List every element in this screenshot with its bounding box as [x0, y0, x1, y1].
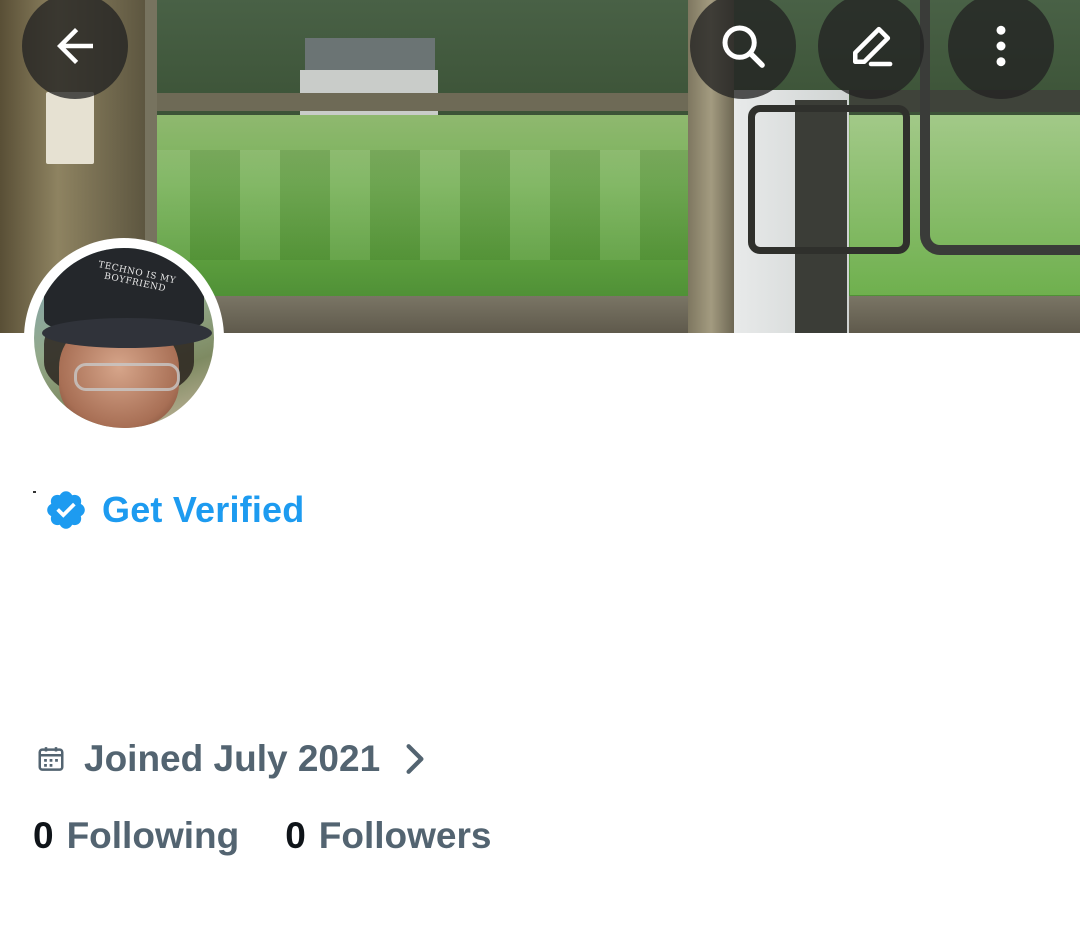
banner-sticker	[46, 92, 94, 164]
following-link[interactable]: 0 Following	[33, 815, 239, 857]
avatar[interactable]: TECHNO IS MY BOYFRIEND	[24, 238, 224, 438]
banner-window-rail	[145, 93, 690, 111]
following-label: Following	[66, 815, 240, 856]
avatar-cap-brim	[42, 318, 212, 348]
avatar-cap	[44, 248, 204, 328]
more-vertical-icon	[996, 25, 1006, 67]
followers-count: 0	[285, 815, 306, 856]
banner-handle	[748, 105, 910, 254]
joined-date-row[interactable]: Joined July 2021	[36, 738, 428, 780]
avatar-image: TECHNO IS MY BOYFRIEND	[34, 248, 214, 428]
calendar-icon	[38, 747, 64, 771]
get-verified-button[interactable]: Get Verified	[44, 488, 304, 532]
profile-page: TECHNO IS MY BOYFRIEND Get Verified Join…	[0, 0, 1080, 941]
followers-label: Followers	[318, 815, 492, 856]
following-count: 0	[33, 815, 54, 856]
verified-badge-icon	[47, 491, 85, 529]
joined-date-text: Joined July 2021	[84, 738, 381, 779]
pencil-icon	[853, 26, 893, 67]
chevron-right-icon	[406, 744, 424, 774]
arrow-left-icon	[57, 28, 93, 64]
avatar-glasses	[74, 363, 180, 391]
banner-motion-blur	[150, 150, 690, 260]
search-icon	[722, 25, 765, 68]
follow-stats: 0 Following 0 Followers	[33, 815, 491, 857]
followers-link[interactable]: 0 Followers	[285, 815, 491, 857]
get-verified-label: Get Verified	[102, 489, 305, 530]
display-name-mark	[33, 491, 36, 493]
banner-house-roof	[305, 38, 435, 70]
